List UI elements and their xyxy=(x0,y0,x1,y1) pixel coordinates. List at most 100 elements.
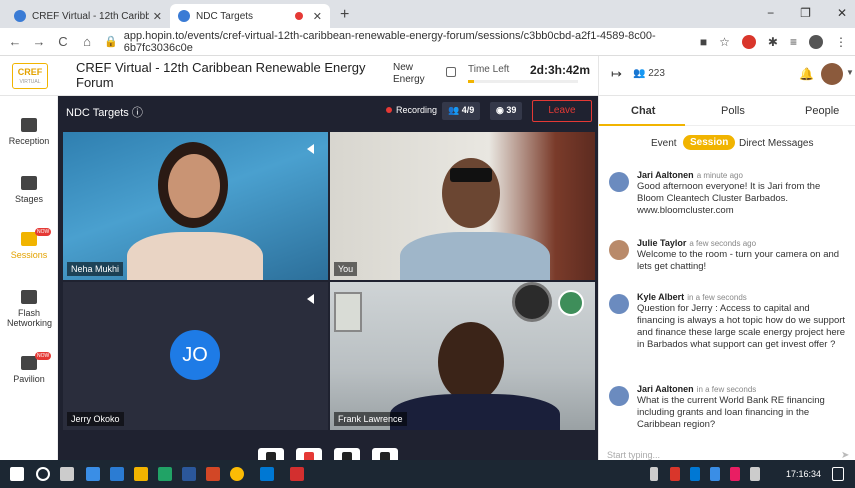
recording-status: Recording xyxy=(386,105,437,115)
message-time: in a few seconds xyxy=(687,293,747,302)
minimize-button[interactable]: − xyxy=(767,6,774,20)
message-author: Jari Aaltonen in a few seconds xyxy=(637,384,849,394)
file-explorer-icon[interactable] xyxy=(134,467,148,481)
logo-text: CREF xyxy=(17,67,43,77)
window-controls: − ❐ ✕ xyxy=(767,6,847,20)
recording-dot-icon xyxy=(386,107,392,113)
tray-icon[interactable] xyxy=(690,467,700,481)
tab-chat[interactable]: Chat xyxy=(631,105,655,117)
calendar-icon xyxy=(446,67,456,77)
windows-start-icon[interactable] xyxy=(10,467,24,481)
video-tile-you[interactable]: You xyxy=(330,132,595,280)
close-tab-icon[interactable]: ✕ xyxy=(313,10,322,23)
bookmark-star-icon[interactable]: ☆ xyxy=(719,35,730,49)
attendee-count: 👥 223 xyxy=(633,68,665,79)
word-icon[interactable] xyxy=(182,467,196,481)
extension-icon[interactable] xyxy=(741,34,756,49)
taskbar-clock[interactable]: 17:16:34 xyxy=(786,469,821,479)
tray-icon[interactable] xyxy=(730,467,740,481)
app-header: CREF VIRTUAL CREF Virtual - 12th Caribbe… xyxy=(0,56,855,96)
outlook-icon[interactable] xyxy=(260,467,274,481)
chevron-down-icon[interactable]: ▼ xyxy=(846,68,854,77)
handshake-icon xyxy=(21,290,37,304)
forward-icon[interactable]: → xyxy=(32,34,46,49)
speaker-icon xyxy=(307,294,314,304)
close-tab-icon[interactable]: ✕ xyxy=(153,10,162,23)
notification-center-icon[interactable] xyxy=(832,467,844,481)
browser-tabstrip: CREF Virtual - 12th Caribbean Re ✕ NDC T… xyxy=(0,0,855,28)
back-icon[interactable]: ← xyxy=(8,34,22,49)
subtab-direct-messages[interactable]: Direct Messages xyxy=(739,138,813,149)
pdf-icon[interactable] xyxy=(290,467,304,481)
menu-kebab-icon[interactable]: ⋮ xyxy=(835,35,847,49)
camera-icon[interactable]: ■ xyxy=(700,35,707,49)
nav-sessions[interactable]: NOW Sessions xyxy=(0,228,58,260)
new-tab-button[interactable]: + xyxy=(340,6,349,24)
tray-icon[interactable] xyxy=(650,467,658,481)
participant-name: You xyxy=(334,262,358,276)
tray-icon[interactable] xyxy=(670,467,680,481)
message-author: Julie Taylor a few seconds ago xyxy=(637,238,849,248)
tray-icon[interactable] xyxy=(710,467,720,481)
url-field[interactable]: 🔒 app.hopin.to/events/cref-virtual-12th-… xyxy=(104,30,690,54)
chrome-icon[interactable] xyxy=(230,467,244,481)
panel-tabs: Chat Polls People xyxy=(599,96,855,126)
participant-body xyxy=(127,232,263,280)
volume-icon[interactable] xyxy=(750,467,760,481)
now-badge: NOW xyxy=(35,352,52,360)
recording-indicator-icon xyxy=(294,12,303,20)
reload-icon[interactable]: C xyxy=(56,34,70,49)
chat-subtabs: Event Session Direct Messages xyxy=(599,134,855,156)
edge-icon[interactable] xyxy=(110,467,124,481)
speaker-icon xyxy=(307,144,314,154)
nav-label: Pavilion xyxy=(13,374,45,384)
close-window-button[interactable]: ✕ xyxy=(837,6,847,20)
cref-logo[interactable]: CREF VIRTUAL xyxy=(12,63,48,89)
video-tile-frank[interactable]: Frank Lawrence xyxy=(330,282,595,430)
profile-icon[interactable] xyxy=(809,34,823,49)
home-icon[interactable]: ⌂ xyxy=(80,34,94,49)
reading-list-icon[interactable]: ≡ xyxy=(790,35,797,49)
seats-value: 4/9 xyxy=(461,105,475,115)
avatar xyxy=(609,386,629,406)
extensions-puzzle-icon[interactable]: ✱ xyxy=(768,35,778,49)
tab-people[interactable]: People xyxy=(805,105,839,117)
message-text: Good afternoon everyone! It is Jari from… xyxy=(637,181,821,216)
subtab-event[interactable]: Event xyxy=(651,138,677,149)
message-author: Kyle Albert in a few seconds xyxy=(637,292,849,302)
tab-title: CREF Virtual - 12th Caribbean Re xyxy=(32,10,149,22)
excel-icon[interactable] xyxy=(158,467,172,481)
browser-tab-cref[interactable]: CREF Virtual - 12th Caribbean Re ✕ xyxy=(6,4,170,28)
leave-button[interactable]: Leave xyxy=(532,100,592,122)
event-title: CREF Virtual - 12th Caribbean Renewable … xyxy=(76,60,366,90)
participant-body xyxy=(390,394,560,430)
author-name: Jari Aaltonen xyxy=(637,170,694,180)
url-text: app.hopin.to/events/cref-virtual-12th-ca… xyxy=(123,29,656,54)
hopin-favicon-icon xyxy=(178,10,190,22)
video-tile-jerry[interactable]: JO Jerry Okoko xyxy=(63,282,328,430)
notifications-bell-icon[interactable]: 🔔 xyxy=(799,67,814,81)
nav-flash-networking[interactable]: Flash Networking xyxy=(0,290,58,328)
collapse-panel-icon[interactable]: ↦ xyxy=(611,66,622,82)
restore-button[interactable]: ❐ xyxy=(800,6,811,20)
subtab-session[interactable]: Session xyxy=(683,135,736,150)
nav-label: Flash Networking xyxy=(7,308,53,328)
nav-stages[interactable]: Stages xyxy=(0,176,58,204)
user-avatar[interactable] xyxy=(821,63,843,85)
participant-face xyxy=(168,154,220,218)
app-icon[interactable] xyxy=(206,467,220,481)
app-icon[interactable] xyxy=(86,467,100,481)
chat-input[interactable]: Start typing... xyxy=(607,450,847,460)
time-left-progress-fill xyxy=(468,80,474,83)
avatar xyxy=(609,294,629,314)
author-name: Kyle Albert xyxy=(637,292,685,302)
task-view-icon[interactable] xyxy=(60,467,74,481)
avatar-initials: JO xyxy=(170,330,220,380)
nav-reception[interactable]: Reception xyxy=(0,118,58,146)
video-tile-neha[interactable]: Neha Mukhi xyxy=(63,132,328,280)
search-icon[interactable] xyxy=(36,467,50,481)
recording-label: Recording xyxy=(396,105,438,115)
tab-polls[interactable]: Polls xyxy=(721,105,745,117)
browser-tab-ndc[interactable]: NDC Targets ✕ xyxy=(170,4,330,28)
nav-pavilion[interactable]: NOW Pavilion xyxy=(0,352,58,384)
